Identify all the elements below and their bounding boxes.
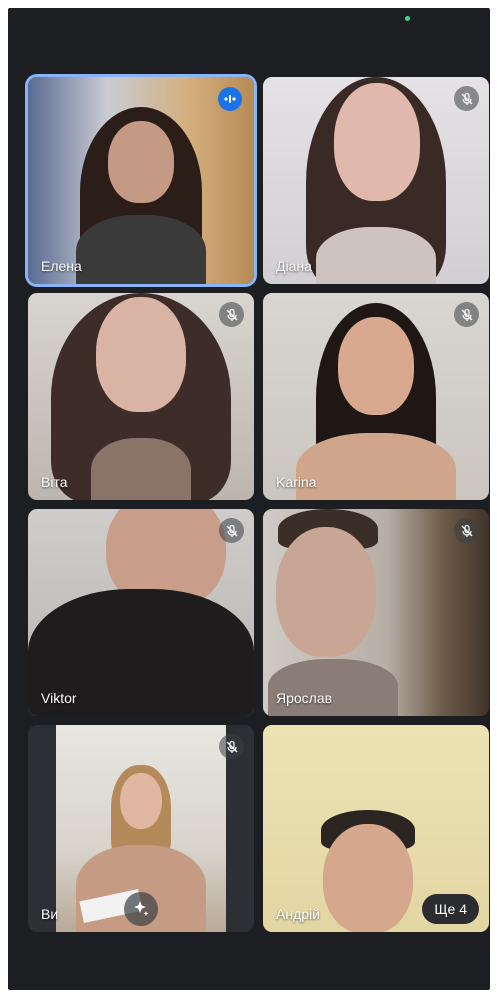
mic-off-icon (454, 518, 479, 543)
participant-video (286, 77, 466, 284)
participant-video (268, 509, 398, 716)
participant-name: Андрій (276, 906, 320, 922)
mic-off-icon (454, 86, 479, 111)
participant-name: Віта (41, 474, 68, 490)
participant-name: Viktor (41, 690, 77, 706)
participant-video (286, 303, 466, 500)
participant-video (66, 107, 216, 284)
mic-off-icon (454, 302, 479, 327)
participant-tile-yaroslav[interactable]: Ярослав (263, 509, 489, 716)
participant-tile-elena[interactable]: Елена (28, 77, 254, 284)
participant-grid: Елена Діана Віта Karina Viktor Ярослав В… (8, 8, 490, 990)
audio-wave-icon (218, 87, 242, 111)
more-participants-label: Ще 4 (434, 901, 467, 917)
participant-video (28, 509, 254, 716)
participant-tile-diana[interactable]: Діана (263, 77, 489, 284)
meeting-screen: Елена Діана Віта Karina Viktor Ярослав В… (8, 8, 490, 990)
participant-name: Ви (41, 906, 59, 922)
sparkle-icon[interactable] (124, 892, 158, 926)
participant-tile-self[interactable]: Ви (28, 725, 254, 932)
mic-off-icon (219, 734, 244, 759)
participant-video (41, 293, 241, 500)
mic-off-icon (219, 302, 244, 327)
participant-tile-karina[interactable]: Karina (263, 293, 489, 500)
participant-name: Елена (41, 258, 82, 274)
mic-off-icon (219, 518, 244, 543)
participant-video (313, 810, 423, 932)
participant-tile-andrii[interactable]: Андрій Ще 4 (263, 725, 489, 932)
participant-tile-vita[interactable]: Віта (28, 293, 254, 500)
participant-name: Ярослав (276, 690, 333, 706)
participant-name: Karina (276, 474, 317, 490)
participant-name: Діана (276, 258, 312, 274)
more-participants-button[interactable]: Ще 4 (422, 894, 479, 924)
participant-tile-viktor[interactable]: Viktor (28, 509, 254, 716)
